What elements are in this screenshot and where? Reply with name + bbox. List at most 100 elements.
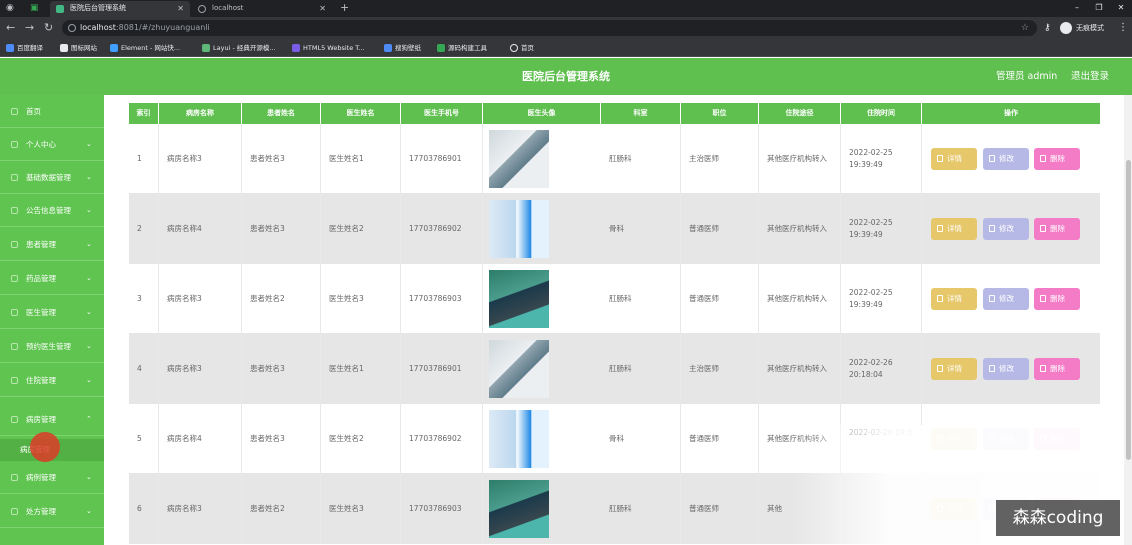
browser-tab-bar: ◉ ▣ 医院后台管理系统 ✕ localhost ✕ + – ❐ ✕ (0, 0, 1132, 17)
bookmark-star-icon[interactable]: ☆ (1021, 20, 1029, 36)
detail-button[interactable]: 详情 (931, 358, 977, 380)
column-header[interactable]: 科室 (601, 103, 681, 124)
sidebar-item-prescriptions[interactable]: 处方管理 ⌄ (0, 495, 104, 528)
reload-icon[interactable]: ↻ (44, 20, 53, 36)
bookmark-item[interactable]: 搜狗壁纸 (384, 41, 421, 55)
cell-patient: 患者姓名3 (242, 124, 321, 194)
sidebar-item-doctors[interactable]: 医生管理 ⌄ (0, 296, 104, 329)
sidebar-item-label: 患者管理 (26, 240, 56, 249)
cell-phone: 17703786901 (401, 124, 483, 194)
close-tab-icon[interactable]: ✕ (177, 1, 184, 16)
column-header[interactable]: 住院时间 (841, 103, 922, 124)
bookmark-label: 源码构建工具 (448, 44, 487, 52)
delete-button[interactable]: 删除 (1034, 288, 1080, 310)
sidebar-item-home[interactable]: 首页 (0, 95, 104, 128)
button-label: 删除 (1050, 364, 1065, 373)
tab-localhost[interactable]: localhost ✕ (192, 1, 332, 17)
delete-button[interactable]: 删除 (1034, 358, 1080, 380)
sidebar: 首页 个人中心 ⌄ 基础数据管理 ⌄ 公告信息管理 ⌄ 患者管理 ⌄ 药品管理 ⌄ 医生管… (0, 95, 104, 545)
trash-icon (1040, 365, 1046, 372)
incognito-profile-button[interactable]: 无痕模式 (1060, 20, 1104, 36)
sidebar-item-notices[interactable]: 公告信息管理 ⌄ (0, 194, 104, 227)
column-header[interactable]: 病房名称 (159, 103, 242, 124)
sidebar-item-label: 公告信息管理 (26, 206, 71, 215)
column-header[interactable]: 职位 (681, 103, 759, 124)
cell-title: 主治医师 (681, 334, 759, 404)
restore-icon[interactable]: ❐ (1088, 0, 1110, 16)
pencil-icon (989, 295, 995, 302)
column-header[interactable]: 住院途径 (759, 103, 841, 124)
sidebar-item-label: 首页 (26, 107, 41, 116)
sidebar-item-appointments[interactable]: 预约医生管理 ⌄ (0, 330, 104, 363)
delete-button[interactable]: 删除 (1034, 218, 1080, 240)
cell-index: 2 (129, 194, 159, 264)
close-tab-icon[interactable]: ✕ (319, 1, 326, 16)
column-header[interactable]: 医生姓名 (321, 103, 401, 124)
sidebar-item-basic-data[interactable]: 基础数据管理 ⌄ (0, 161, 104, 194)
bookmark-item[interactable]: Layui - 经典开源模... (202, 41, 276, 55)
sidebar-item-drugs[interactable]: 药品管理 ⌄ (0, 262, 104, 295)
back-icon[interactable]: ← (6, 20, 15, 36)
column-header[interactable]: 医生头像 (483, 103, 601, 124)
button-label: 修改 (999, 154, 1014, 163)
cell-doctor: 医生姓名3 (321, 474, 401, 544)
column-header[interactable]: 医生手机号 (401, 103, 483, 124)
sidebar-item-label: 预约医生管理 (26, 342, 71, 351)
page-title: 医院后台管理系统 (522, 70, 610, 83)
bookmark-item[interactable]: 百度翻译 (6, 41, 43, 55)
profile-label: 无痕模式 (1076, 24, 1104, 32)
site-info-icon[interactable] (68, 24, 76, 32)
button-label: 删除 (1050, 224, 1065, 233)
pencil-icon (989, 155, 995, 162)
key-icon[interactable]: ⚷ (1044, 20, 1051, 36)
button-label: 详情 (947, 154, 962, 163)
column-header[interactable]: 索引 (129, 103, 159, 124)
sidebar-item-label: 处方管理 (26, 507, 56, 516)
address-bar[interactable]: localhost:8081/#/zhuyuanguanli ☆ (62, 20, 1037, 36)
close-window-icon[interactable]: ✕ (1110, 0, 1132, 16)
detail-button[interactable]: 详情 (931, 148, 977, 170)
chevron-up-icon: ⌃ (86, 415, 92, 423)
bookmark-item[interactable]: HTML5 Website T... (292, 41, 365, 55)
globe-favicon-icon (198, 5, 206, 13)
delete-button[interactable]: 删除 (1034, 148, 1080, 170)
document-icon (937, 155, 943, 162)
app-header: 医院后台管理系统 管理员 admin 退出登录 (0, 58, 1132, 95)
logout-link[interactable]: 退出登录 (1071, 58, 1109, 95)
forward-icon[interactable]: → (25, 20, 34, 36)
sidebar-item-inpatient[interactable]: 住院管理 ⌄ (0, 364, 104, 397)
browser-toolbar: ← → ↻ localhost:8081/#/zhuyuanguanli ☆ (0, 17, 1132, 39)
chevron-down-icon: ⌄ (86, 240, 92, 248)
detail-button[interactable]: 详情 (931, 288, 977, 310)
more-menu-icon[interactable]: ⋮ (1118, 20, 1128, 36)
sidebar-item-cases[interactable]: 病例管理 ⌄ (0, 461, 104, 494)
minimize-icon[interactable]: – (1066, 0, 1088, 16)
bookmark-item[interactable]: Element - 网站快... (110, 41, 180, 55)
chevron-down-icon: ⌄ (86, 173, 92, 181)
column-header[interactable]: 患者姓名 (242, 103, 321, 124)
cell-dept: 肛肠科 (601, 474, 681, 544)
sidebar-item-personal[interactable]: 个人中心 ⌄ (0, 128, 104, 161)
chrome-menu-icon[interactable]: ◉ (6, 0, 14, 16)
click-ripple (30, 432, 60, 462)
tab-hospital-admin[interactable]: 医院后台管理系统 ✕ (50, 1, 190, 17)
sidebar-item-wards[interactable]: 病房管理 ⌃ (0, 403, 104, 436)
bookmark-item[interactable]: 首页 (510, 41, 534, 55)
edit-button[interactable]: 修改 (983, 148, 1029, 170)
app-icon[interactable]: ▣ (30, 1, 39, 15)
sidebar-item-patients[interactable]: 患者管理 ⌄ (0, 228, 104, 261)
edit-button[interactable]: 修改 (983, 218, 1029, 240)
doctor-avatar-image (489, 410, 549, 468)
bookmark-label: 图标网站 (71, 44, 97, 52)
detail-button[interactable]: 详情 (931, 218, 977, 240)
column-header[interactable]: 操作 (922, 103, 1100, 124)
tab-title: localhost (212, 4, 244, 12)
edit-button[interactable]: 修改 (983, 288, 1029, 310)
scrollbar-thumb[interactable] (1126, 160, 1131, 460)
cell-ward: 病房名称3 (159, 474, 242, 544)
new-tab-button[interactable]: + (340, 0, 349, 16)
bookmark-item[interactable]: 图标网站 (60, 41, 97, 55)
edit-button[interactable]: 修改 (983, 358, 1029, 380)
chevron-down-icon: ⌄ (86, 342, 92, 350)
bookmark-item[interactable]: 源码构建工具 (437, 41, 487, 55)
